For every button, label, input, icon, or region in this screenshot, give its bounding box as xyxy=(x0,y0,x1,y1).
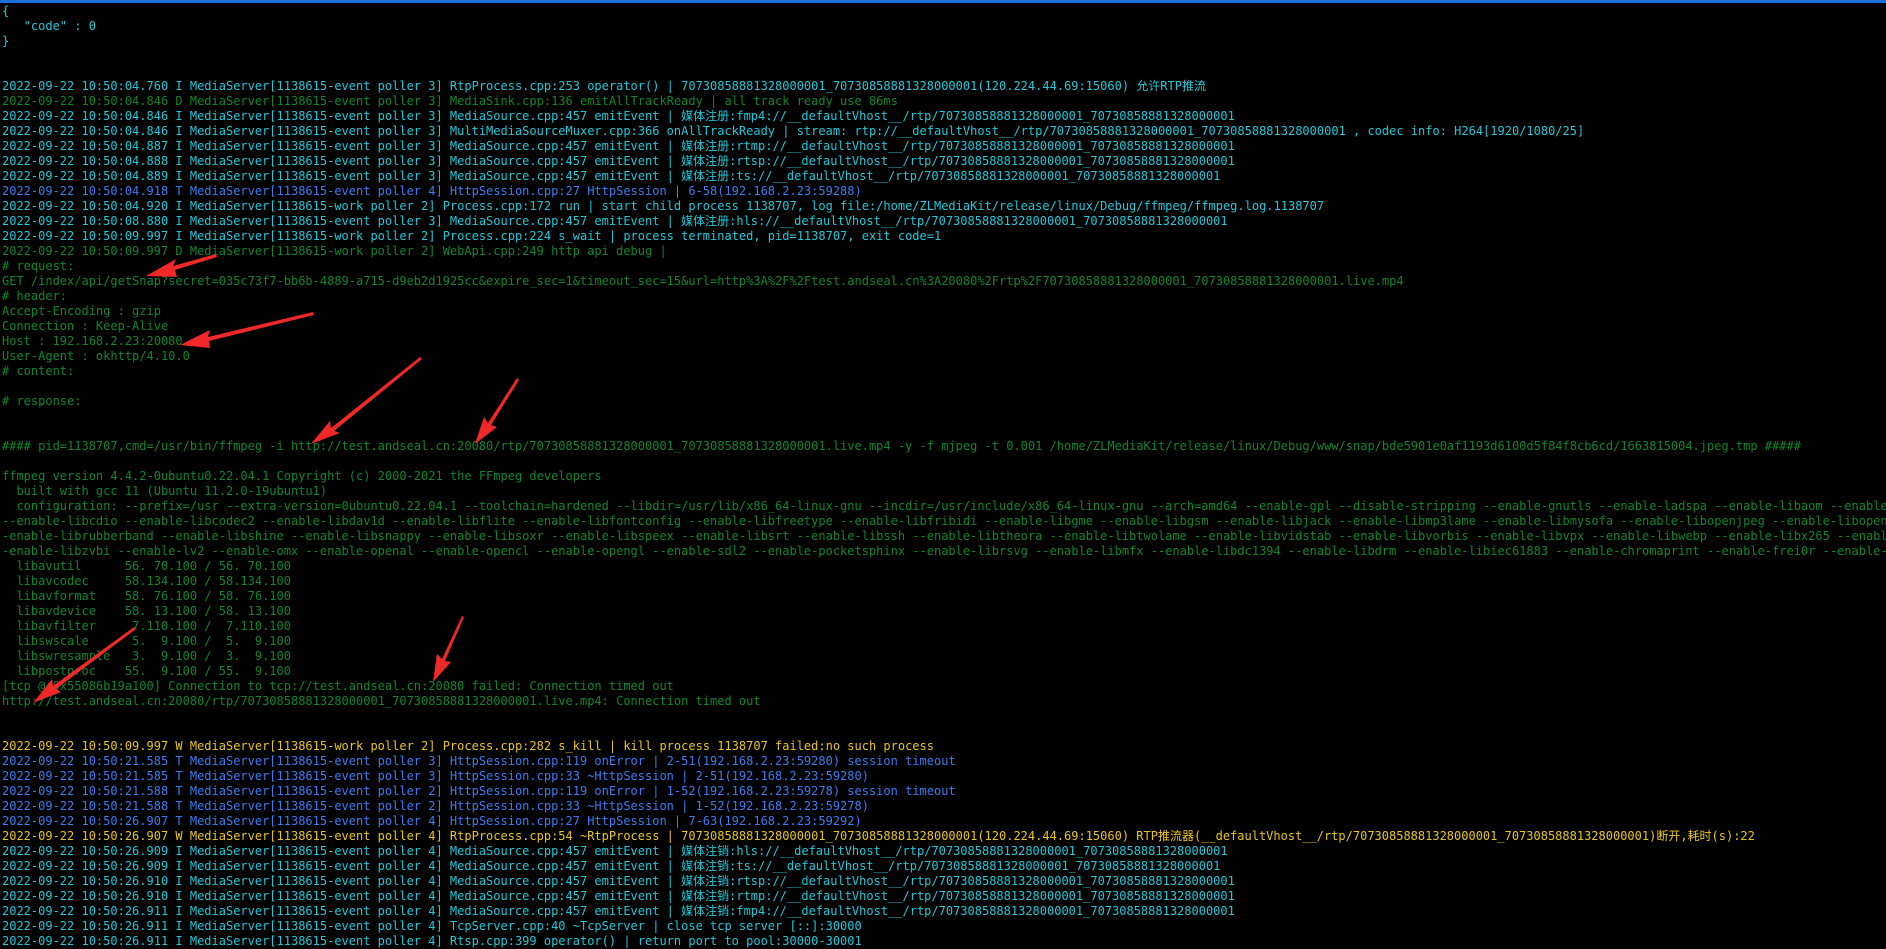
log-line: 2022-09-22 10:50:21.588 T MediaServer[11… xyxy=(2,799,869,813)
log-line: 2022-09-22 10:50:04.760 I MediaServer[11… xyxy=(2,79,1206,93)
log-line: 2022-09-22 10:50:21.585 T MediaServer[11… xyxy=(2,754,956,768)
log-line: 2022-09-22 10:50:26.910 I MediaServer[11… xyxy=(2,874,1235,888)
log-line: -enable-librubberband --enable-libshine … xyxy=(2,529,1886,543)
log-line: # response: xyxy=(2,394,82,408)
log-line: configuration: --prefix=/usr --extra-ver… xyxy=(2,499,1886,513)
log-line: --enable-libcdio --enable-libcodec2 --en… xyxy=(2,514,1886,528)
log-line: 2022-09-22 10:50:26.911 I MediaServer[11… xyxy=(2,919,862,933)
log-line: 2022-09-22 10:50:26.907 T MediaServer[11… xyxy=(2,814,862,828)
log-line: 2022-09-22 10:50:21.588 T MediaServer[11… xyxy=(2,784,956,798)
log-line: ffmpeg version 4.4.2-0ubuntu0.22.04.1 Co… xyxy=(2,469,602,483)
log-line: # request: xyxy=(2,259,75,273)
log-line: { xyxy=(2,4,10,18)
log-line: libswresample 3. 9.100 / 3. 9.100 xyxy=(2,649,291,663)
log-line: 2022-09-22 10:50:04.888 I MediaServer[11… xyxy=(2,154,1235,168)
log-line: 2022-09-22 10:50:04.889 I MediaServer[11… xyxy=(2,169,1221,183)
log-line: 2022-09-22 10:50:26.909 I MediaServer[11… xyxy=(2,844,1228,858)
log-line: 2022-09-22 10:50:26.909 I MediaServer[11… xyxy=(2,859,1221,873)
log-line: } xyxy=(2,34,10,48)
log-line: 2022-09-22 10:50:09.997 I MediaServer[11… xyxy=(2,229,942,243)
log-line: Host : 192.168.2.23:20080 xyxy=(2,334,183,348)
log-line: GET /index/api/getSnap?secret=035c73f7-b… xyxy=(2,274,1404,288)
log-line: built with gcc 11 (Ubuntu 11.2.0-19ubunt… xyxy=(2,484,328,498)
log-line: Accept-Encoding : gzip xyxy=(2,304,161,318)
log-line: "code" : 0 xyxy=(2,19,96,33)
log-line: 2022-09-22 10:50:09.997 D MediaServer[11… xyxy=(2,244,667,258)
log-line: libswscale 5. 9.100 / 5. 9.100 xyxy=(2,634,291,648)
log-line: -enable-libzvbi --enable-lv2 --enable-om… xyxy=(2,544,1886,558)
log-line: 2022-09-22 10:50:21.585 T MediaServer[11… xyxy=(2,769,869,783)
log-line: libpostproc 55. 9.100 / 55. 9.100 xyxy=(2,664,291,678)
log-line: 2022-09-22 10:50:26.907 W MediaServer[11… xyxy=(2,829,1755,843)
log-line: libavfilter 7.110.100 / 7.110.100 xyxy=(2,619,291,633)
log-line: Connection : Keep-Alive xyxy=(2,319,169,333)
log-line: 2022-09-22 10:50:04.846 I MediaServer[11… xyxy=(2,109,1235,123)
terminal-log-output: { "code" : 0} 2022-09-22 10:50:04.760 I M… xyxy=(2,4,1886,949)
log-line: libavcodec 58.134.100 / 58.134.100 xyxy=(2,574,291,588)
log-line: 2022-09-22 10:50:26.911 I MediaServer[11… xyxy=(2,904,1235,918)
log-line: #### pid=1138707,cmd=/usr/bin/ffmpeg -i … xyxy=(2,439,1801,453)
log-line: 2022-09-22 10:50:04.846 I MediaServer[11… xyxy=(2,124,1585,138)
log-line: 2022-09-22 10:50:26.911 I MediaServer[11… xyxy=(2,934,862,948)
log-line: User-Agent : okhttp/4.10.0 xyxy=(2,349,190,363)
log-line: # header: xyxy=(2,289,68,303)
log-line: 2022-09-22 10:50:04.918 T MediaServer[11… xyxy=(2,184,862,198)
log-line: 2022-09-22 10:50:04.887 I MediaServer[11… xyxy=(2,139,1235,153)
log-line: 2022-09-22 10:50:04.846 D MediaServer[11… xyxy=(2,94,898,108)
log-line: 2022-09-22 10:50:26.910 I MediaServer[11… xyxy=(2,889,1235,903)
log-line: 2022-09-22 10:50:09.997 W MediaServer[11… xyxy=(2,739,934,753)
log-line: libavdevice 58. 13.100 / 58. 13.100 xyxy=(2,604,291,618)
log-line: 2022-09-22 10:50:04.920 I MediaServer[11… xyxy=(2,199,1325,213)
terminal-window[interactable]: { "code" : 0} 2022-09-22 10:50:04.760 I M… xyxy=(0,0,1886,949)
log-line: libavformat 58. 76.100 / 58. 76.100 xyxy=(2,589,291,603)
log-line: # content: xyxy=(2,364,75,378)
log-line: [tcp @ 0x55086b19a100] Connection to tcp… xyxy=(2,679,674,693)
log-line: 2022-09-22 10:50:08.880 I MediaServer[11… xyxy=(2,214,1228,228)
log-line: http://test.andseal.cn:20080/rtp/7073085… xyxy=(2,694,761,708)
log-line: libavutil 56. 70.100 / 56. 70.100 xyxy=(2,559,291,573)
